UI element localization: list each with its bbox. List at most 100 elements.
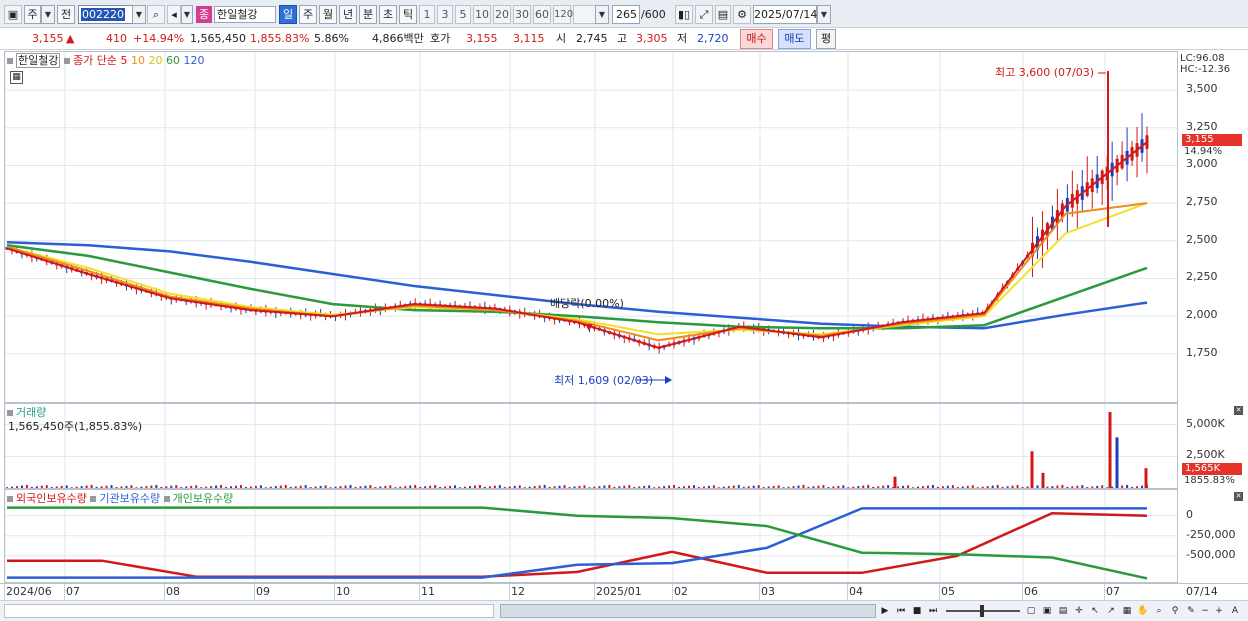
volume-bar [399,486,402,488]
legend-stock-name[interactable]: 한일철강 [16,53,61,68]
crosshair-icon[interactable]: ✛ [1072,603,1086,619]
cursor-icon[interactable]: ↖ [1088,603,1102,619]
close-icon[interactable]: ✕ [1234,492,1243,501]
layout-icon-3[interactable]: ▤ [1056,603,1070,619]
volume-bar [100,486,103,488]
period-tab-tick[interactable]: 틱 [399,5,417,24]
interval-3[interactable]: 3 [437,5,453,24]
save-icon[interactable]: ▤ [715,5,731,24]
market-select[interactable]: 주 [24,5,41,24]
date-label: 11 [421,585,435,598]
volume-bar [702,486,705,488]
volume-bar [473,485,476,488]
legend-individual[interactable]: 개인보유수량 [173,492,234,505]
speaker-dropdown-icon[interactable]: ▼ [181,5,193,24]
interval-20[interactable]: 20 [493,5,511,24]
volume-bar [40,485,43,488]
gear-icon[interactable]: ⚙ [733,5,751,24]
period-tab-week[interactable]: 주 [299,5,317,24]
period-tab-day[interactable]: 일 [279,5,297,24]
scroll-thumb[interactable] [500,604,876,618]
volume-bar [921,486,924,488]
volume-bar [767,486,770,488]
grid-icon[interactable]: ▦ [1120,603,1134,619]
buy-button[interactable]: 매수 [740,29,773,49]
font-size-icon[interactable]: A [1228,603,1242,619]
market-dropdown-icon[interactable]: ▼ [41,5,55,24]
candle-type-icon[interactable]: ▮▯ [675,5,693,24]
pointer-icon[interactable]: ↗ [1104,603,1118,619]
code-dropdown-icon[interactable]: ▼ [132,5,146,24]
hand-icon[interactable]: ✋ [1136,603,1150,619]
minus-icon[interactable]: − [1198,603,1212,619]
bar-count-input[interactable]: 265 [612,5,640,24]
legend-ma-60: 60 [165,54,180,67]
volume-bar [638,486,641,488]
price-chart-svg[interactable] [5,52,1178,403]
period-tab-second[interactable]: 초 [379,5,397,24]
rewind-icon[interactable]: ⏮ [894,603,908,619]
magnify-icon[interactable]: ⚲ [1168,603,1182,619]
volume-chart-svg[interactable] [5,404,1178,489]
holdings-chart-panel[interactable]: 외국인보유수량 기관보유수량 개인보유수량 [4,489,1178,583]
window-layout-icon[interactable]: ▣ [4,5,22,24]
layout-icon-2[interactable]: ▣ [1040,603,1054,619]
volume-bar [747,486,750,488]
volume-bar [1001,486,1004,488]
turnover-rate: 5.86% [314,32,349,45]
interval-60[interactable]: 60 [533,5,551,24]
period-tab-year[interactable]: 년 [339,5,357,24]
volume-bar [1006,486,1009,488]
layout-icon-1[interactable]: ▢ [1024,603,1038,619]
volume-bar [259,485,262,488]
sell-button[interactable]: 매도 [778,29,811,49]
prev-button[interactable]: 전 [57,5,75,24]
close-icon[interactable]: ✕ [1234,406,1243,415]
dividend-annotation: 배당락(0.00%) [550,297,624,310]
interval-30[interactable]: 30 [513,5,531,24]
volume-chart-panel[interactable]: 거래량 1,565,450주(1,855.83%) [4,403,1178,489]
legend-foreign[interactable]: 외국인보유수량 [16,492,87,505]
fast-forward-icon[interactable]: ⏭ [926,603,940,619]
volume-bar [210,486,213,488]
date-input[interactable]: 2025/07/14 [753,5,817,24]
interval-1[interactable]: 1 [419,5,435,24]
date-label: 05 [941,585,955,598]
interval-dropdown-icon[interactable]: ▼ [595,5,609,24]
plus-icon[interactable]: + [1212,603,1226,619]
volume-bar [513,485,516,488]
period-tab-minute[interactable]: 분 [359,5,377,24]
volume-bar [459,487,462,488]
interval-5[interactable]: 5 [455,5,471,24]
volume-bar [563,485,566,488]
draw-tool-icon[interactable]: ⤢ [695,5,713,24]
search-icon[interactable]: ⌕ [147,5,165,24]
date-tick [594,584,595,600]
legend-institution[interactable]: 기관보유수량 [99,492,160,505]
stock-name-field[interactable]: 한일철강 [214,6,276,23]
zoom-slider-handle[interactable] [980,605,984,617]
calendar-dropdown-icon[interactable]: ▼ [817,5,831,24]
scroll-track[interactable] [4,604,494,618]
scroll-right-icon[interactable]: ▶ [878,603,892,619]
volume-title[interactable]: 거래량 [16,406,46,419]
average-button[interactable]: 평 [816,29,836,49]
date-tick [509,584,510,600]
legend-ma-title[interactable]: 종가 단순 [73,54,117,67]
interval-10[interactable]: 10 [473,5,491,24]
period-tab-month[interactable]: 월 [319,5,337,24]
interval-custom-field[interactable] [573,5,597,24]
volume-bar [468,486,471,488]
calculator-icon[interactable]: ▦ [10,71,23,84]
pen-icon[interactable]: ✎ [1184,603,1198,619]
zoom-icon[interactable]: ⌕ [1152,603,1166,619]
volume-bar [1016,485,1019,488]
volume-bar [1076,485,1079,488]
interval-120[interactable]: 120 [553,5,573,24]
price-chart-panel[interactable]: 한일철강 종가 단순 5 10 20 60 120 ▦ 최고 3,600 (07… [4,51,1178,403]
volume-bar [907,485,910,488]
speaker-icon[interactable]: ◂ [167,5,181,24]
volume-bar [568,487,571,488]
stop-icon[interactable]: ■ [910,603,924,619]
volume-bar [155,484,158,488]
